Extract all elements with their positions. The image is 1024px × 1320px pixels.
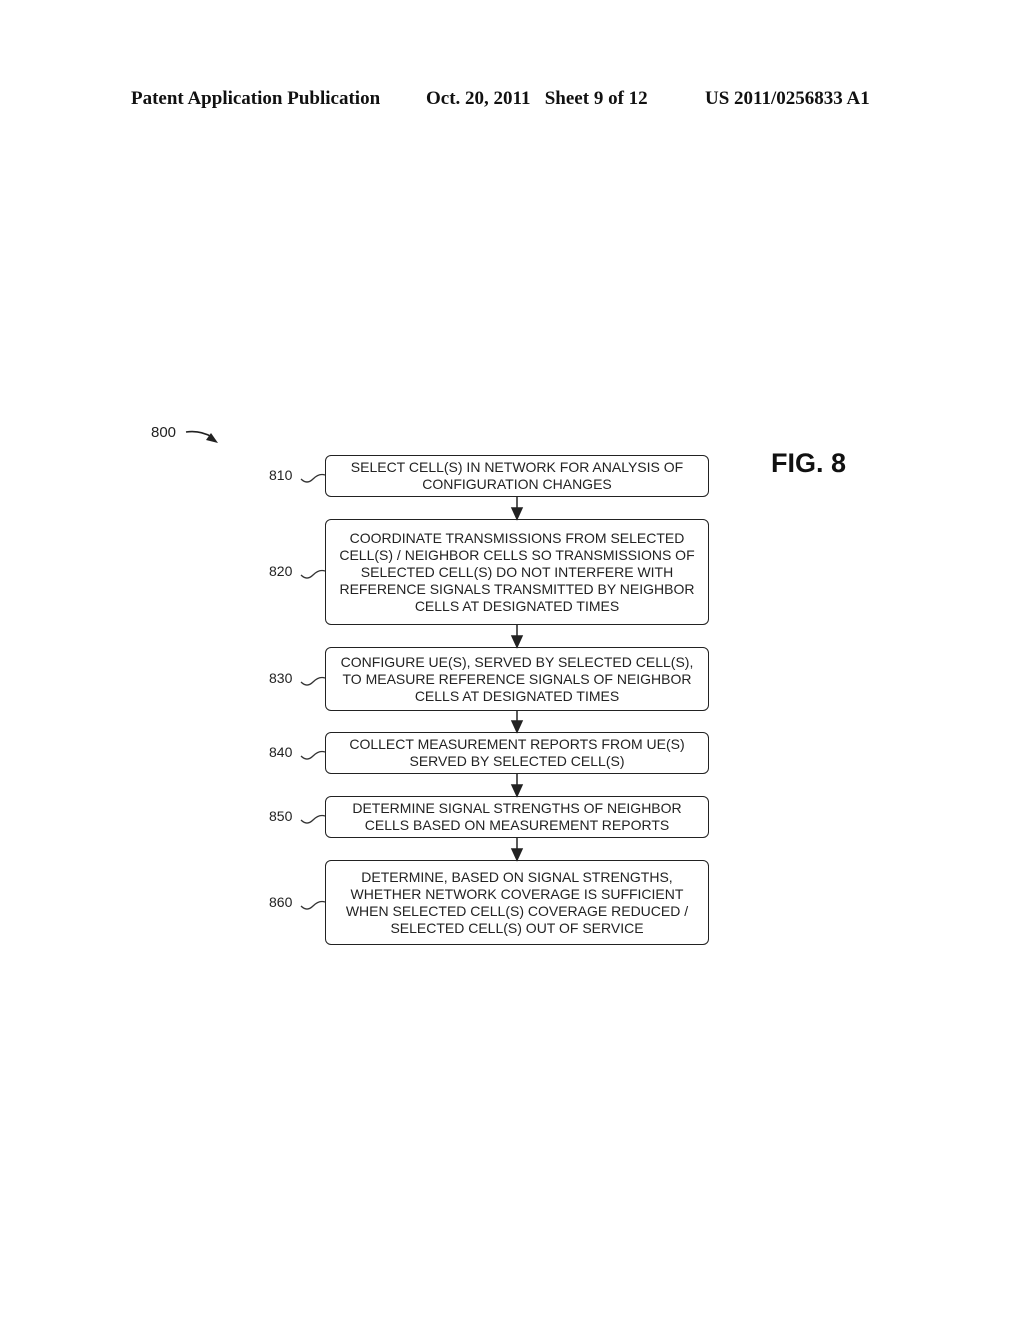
step-ref-810: 810 <box>269 467 293 483</box>
step-box-830: CONFIGURE UE(S), SERVED BY SELECTED CELL… <box>325 647 709 711</box>
step-box-860: DETERMINE, BASED ON SIGNAL STRENGTHS, WH… <box>325 860 709 945</box>
step-box-850: DETERMINE SIGNAL STRENGTHS OF NEIGHBOR C… <box>325 796 709 838</box>
flow-arrow-850-860 <box>510 838 524 862</box>
leader-820 <box>300 569 326 579</box>
flow-arrow-840-850 <box>510 774 524 798</box>
publication-number: US 2011/0256833 A1 <box>705 88 870 109</box>
figure-title: FIG. 8 <box>771 448 847 478</box>
step-ref-840: 840 <box>269 744 293 760</box>
step-ref-830: 830 <box>269 670 293 686</box>
flow-arrow-810-820 <box>510 497 524 521</box>
figure-reference-number: 800 <box>151 424 177 441</box>
publication-date-sheet: Oct. 20, 2011 Sheet 9 of 12 <box>426 88 648 109</box>
step-ref-860: 860 <box>269 894 293 910</box>
reference-arrow-800 <box>185 430 218 443</box>
step-ref-820: 820 <box>269 563 293 579</box>
leader-840 <box>300 750 326 760</box>
page-header: Patent Application Publication Oct. 20, … <box>0 88 1024 114</box>
leader-830 <box>300 676 326 686</box>
step-box-810: SELECT CELL(S) IN NETWORK FOR ANALYSIS O… <box>325 455 709 497</box>
flow-arrow-820-830 <box>510 625 524 649</box>
publication-type: Patent Application Publication <box>131 88 381 109</box>
leader-860 <box>300 900 326 910</box>
leader-810 <box>300 473 326 483</box>
step-box-820: COORDINATE TRANSMISSIONS FROM SELECTED C… <box>325 519 709 625</box>
flow-arrow-830-840 <box>510 711 524 734</box>
leader-850 <box>300 814 326 824</box>
step-box-840: COLLECT MEASUREMENT REPORTS FROM UE(S) S… <box>325 732 709 774</box>
step-ref-850: 850 <box>269 808 293 824</box>
